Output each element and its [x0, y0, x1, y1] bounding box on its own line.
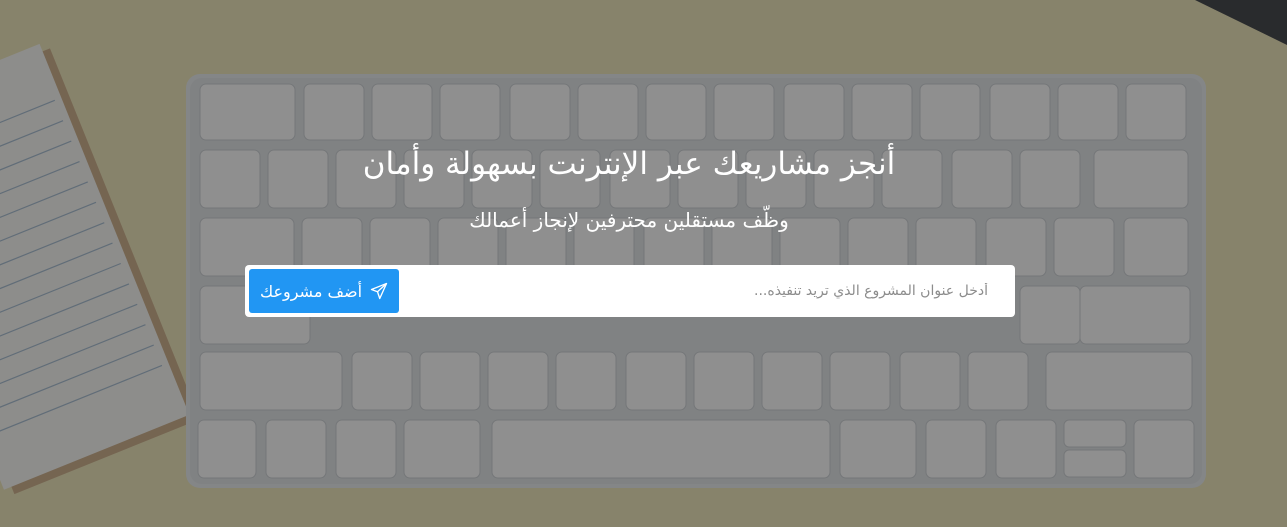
add-project-button-label: أضف مشروعك	[259, 281, 363, 301]
add-project-form: أضف مشروعك	[245, 265, 1015, 317]
add-project-button[interactable]: أضف مشروعك	[249, 269, 399, 313]
hero-section: أنجز مشاريعك عبر الإنترنت بسهولة وأمان و…	[0, 0, 1287, 527]
hero-content: أنجز مشاريعك عبر الإنترنت بسهولة وأمان و…	[0, 0, 1287, 527]
project-title-input[interactable]	[399, 269, 1015, 313]
paper-plane-icon	[370, 282, 388, 300]
hero-title: أنجز مشاريعك عبر الإنترنت بسهولة وأمان	[362, 146, 896, 182]
hero-subtitle: وظّف مستقلين محترفين لإنجاز أعمالك	[469, 208, 789, 232]
